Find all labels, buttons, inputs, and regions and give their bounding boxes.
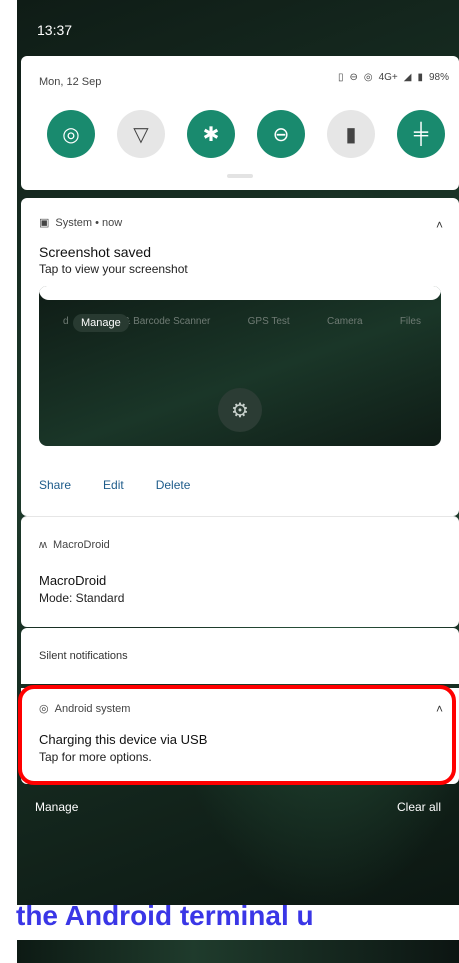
flashlight-tile[interactable]: ▮ bbox=[327, 110, 375, 158]
expand-handle[interactable] bbox=[227, 174, 253, 178]
image-icon: ▣ bbox=[39, 217, 50, 229]
caption-label: the Android terminal u bbox=[16, 900, 314, 931]
manage-button[interactable]: Manage bbox=[35, 800, 78, 814]
edit-button[interactable]: Edit bbox=[103, 478, 124, 492]
battery-icon: ▮ bbox=[417, 72, 423, 83]
date-label: Mon, 12 Sep bbox=[39, 76, 102, 88]
preview-manage-label: Manage bbox=[73, 314, 129, 332]
notification-header: ʍ MacroDroid bbox=[39, 539, 110, 551]
clear-all-button[interactable]: Clear all bbox=[397, 800, 441, 814]
preview-label: d bbox=[63, 316, 69, 327]
preview-top-bar bbox=[39, 286, 441, 300]
silent-label: Silent notifications bbox=[39, 650, 128, 662]
settings-tile[interactable]: ╪ bbox=[397, 110, 445, 158]
notification-app-label: MacroDroid bbox=[52, 539, 110, 551]
screen-bottom-strip bbox=[17, 940, 459, 963]
preview-label: Camera bbox=[326, 316, 363, 327]
notification-title: Screenshot saved bbox=[39, 244, 152, 260]
delete-button[interactable]: Delete bbox=[156, 478, 191, 492]
notification-actions: Share Edit Delete bbox=[39, 478, 190, 492]
hotspot-icon: ◎ bbox=[363, 72, 373, 83]
dnd-icon: ⊖ bbox=[272, 123, 290, 146]
quick-settings-panel: Mon, 12 Sep ▯ ⊖ ◎ 4G+ ◢ ▮ 98% ◎ ▽ ✱ ⊖ ▮ … bbox=[21, 56, 459, 190]
notification-text: Mode: Standard bbox=[39, 591, 125, 605]
notification-footer: Manage Clear all bbox=[17, 800, 459, 814]
wifi-tile[interactable]: ▽ bbox=[117, 110, 165, 158]
bluetooth-tile[interactable]: ✱ bbox=[187, 110, 235, 158]
share-button[interactable]: Share bbox=[39, 478, 71, 492]
preview-label: GPS Test bbox=[247, 316, 290, 327]
dnd-icon: ⊖ bbox=[349, 72, 358, 83]
status-time: 13:37 bbox=[37, 22, 73, 38]
do-not-disturb-tile[interactable]: ⊖ bbox=[257, 110, 305, 158]
screenshot-notification[interactable]: ▣ System • now ˄ Screenshot saved Tap to… bbox=[21, 198, 459, 516]
hotspot-icon: ◎ bbox=[62, 123, 80, 146]
macrodroid-logo-icon: ʍ bbox=[39, 539, 47, 551]
notification-app-label: System • now bbox=[55, 216, 123, 229]
bluetooth-icon: ✱ bbox=[202, 123, 220, 146]
chevron-up-icon[interactable]: ˄ bbox=[436, 218, 443, 232]
quick-tiles-row: ◎ ▽ ✱ ⊖ ▮ ╪ bbox=[47, 110, 445, 158]
notification-text: Tap to view your screenshot bbox=[39, 262, 188, 276]
notification-title: MacroDroid bbox=[39, 573, 107, 588]
silent-notifications-header: Silent notifications bbox=[21, 628, 459, 684]
flashlight-icon: ▮ bbox=[345, 123, 357, 146]
notification-header: ▣ System • now bbox=[39, 216, 123, 230]
settings-icon: ╪ bbox=[413, 122, 429, 145]
system-status-icons: ▯ ⊖ ◎ 4G+ ◢ ▮ 98% bbox=[338, 72, 449, 83]
highlight-box bbox=[18, 685, 456, 785]
vibrate-icon: ▯ bbox=[337, 72, 344, 83]
macrodroid-notification[interactable]: ʍ MacroDroid MacroDroid Mode: Standard bbox=[21, 516, 459, 627]
preview-label: Files bbox=[399, 316, 421, 327]
network-label: 4G+ bbox=[378, 72, 398, 83]
gear-icon: ⚙ bbox=[218, 388, 262, 432]
signal-icon: ◢ bbox=[403, 72, 412, 83]
screenshot-preview[interactable]: d QR & Barcode Scanner GPS Test Camera F… bbox=[39, 286, 441, 446]
wifi-icon: ▽ bbox=[133, 123, 149, 146]
caption-text: the Android terminal u bbox=[0, 896, 459, 936]
hotspot-tile[interactable]: ◎ bbox=[47, 110, 95, 158]
battery-percent: 98% bbox=[428, 72, 449, 83]
